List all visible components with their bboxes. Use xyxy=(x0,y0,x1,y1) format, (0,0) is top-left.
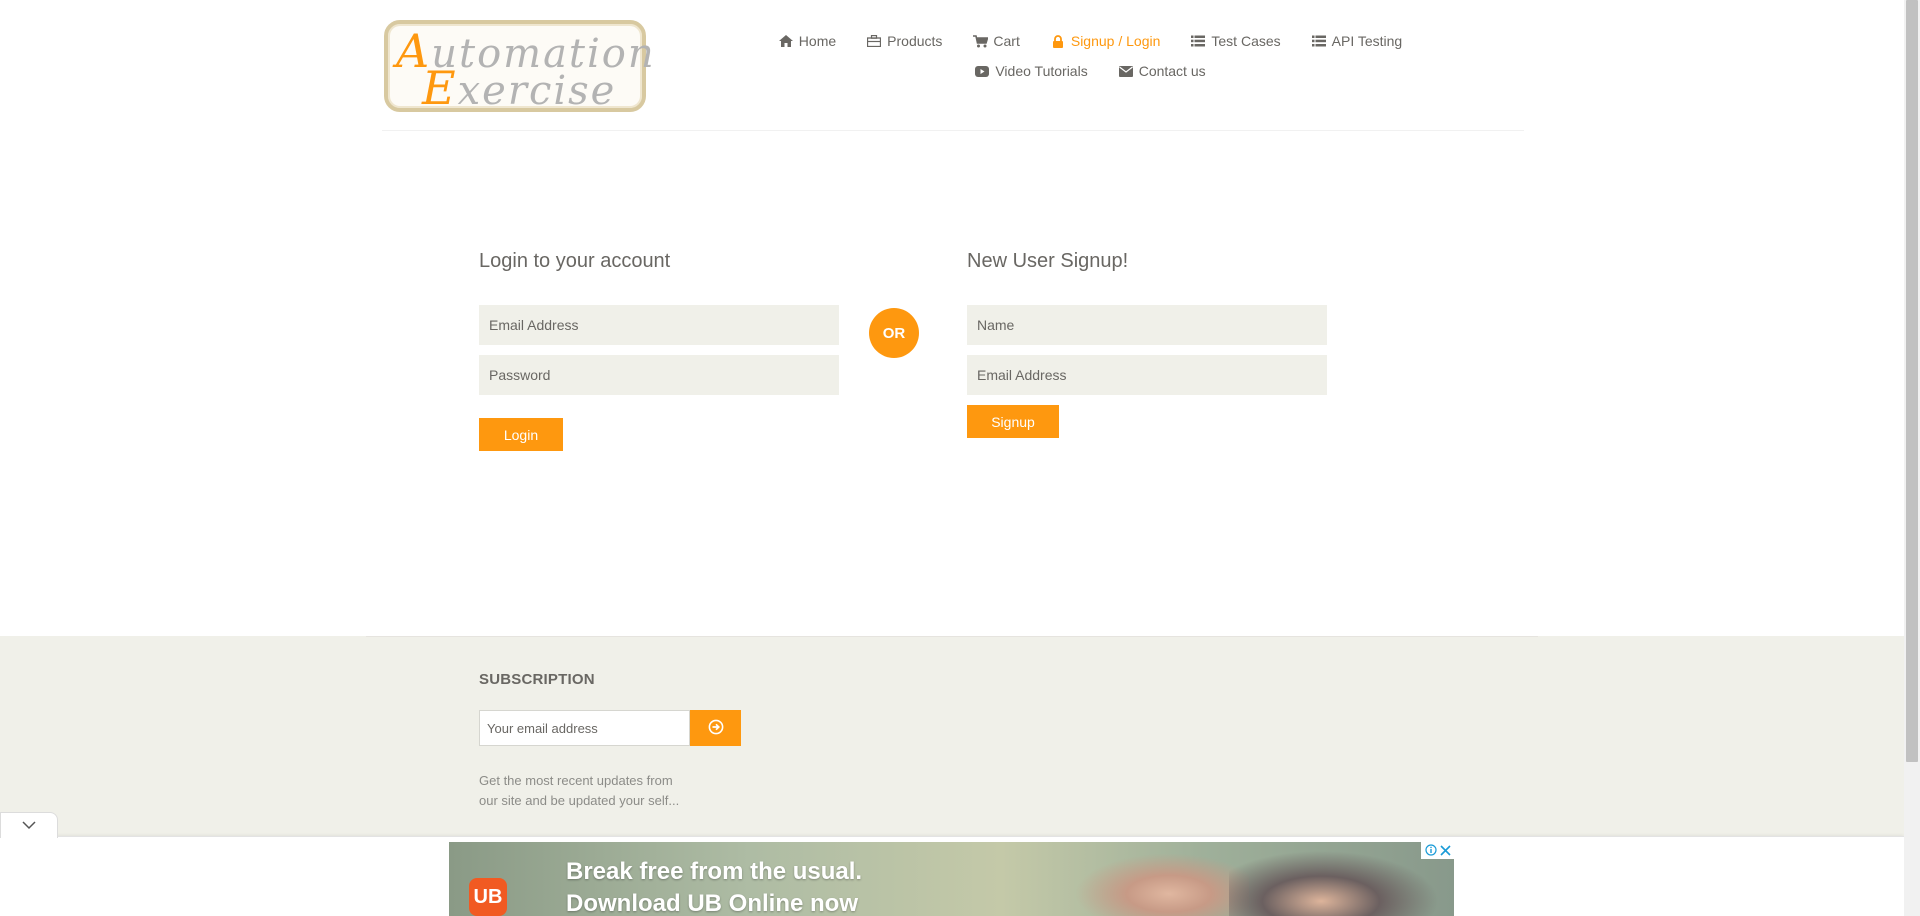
nav-signup-login-label: Signup / Login xyxy=(1070,33,1161,49)
envelope-icon xyxy=(1118,64,1134,78)
subscription-title: SUBSCRIPTION xyxy=(479,671,595,688)
site-header: Automation Exercise Home Products Cart S… xyxy=(0,0,1904,132)
ad-photo-person xyxy=(1049,842,1249,916)
list-icon xyxy=(1190,34,1206,48)
nav-contact-us-label: Contact us xyxy=(1138,63,1206,79)
ad-headline-2: Download UB Online now xyxy=(566,890,858,916)
ad-collapse-button[interactable] xyxy=(0,812,58,838)
nav-cart-label: Cart xyxy=(993,33,1020,49)
nav-api-testing-label: API Testing xyxy=(1331,33,1403,49)
nav-contact-us[interactable]: Contact us xyxy=(1103,63,1221,79)
subscribe-button[interactable] xyxy=(690,710,741,746)
nav-test-cases[interactable]: Test Cases xyxy=(1175,33,1295,49)
login-button[interactable]: Login xyxy=(479,418,563,451)
nav-video-tutorials[interactable]: Video Tutorials xyxy=(959,63,1102,79)
nav-video-tutorials-label: Video Tutorials xyxy=(995,63,1088,79)
nav-row-2: Video Tutorials Contact us xyxy=(760,56,1420,86)
nav-test-cases-label: Test Cases xyxy=(1211,33,1281,49)
ad-info-icon[interactable] xyxy=(1424,844,1437,857)
site-logo[interactable]: Automation Exercise xyxy=(384,20,654,115)
header-divider xyxy=(382,130,1524,131)
page-scrollbar-thumb[interactable] xyxy=(1906,0,1918,762)
login-title: Login to your account xyxy=(479,250,671,272)
briefcase-icon xyxy=(866,34,882,48)
subscription-text-line-1: Get the most recent updates from xyxy=(479,773,673,788)
nav-row-1: Home Products Cart Signup / Login Test C… xyxy=(760,26,1420,56)
login-password-input[interactable] xyxy=(479,355,839,395)
youtube-play-icon xyxy=(974,64,990,78)
ad-headline-1: Break free from the usual. xyxy=(566,858,863,885)
nav-products-label: Products xyxy=(887,33,943,49)
or-badge: OR xyxy=(869,308,919,358)
main-nav: Home Products Cart Signup / Login Test C… xyxy=(760,26,1420,86)
cart-icon xyxy=(972,34,988,48)
nav-products[interactable]: Products xyxy=(851,33,957,49)
login-email-input[interactable] xyxy=(479,305,839,345)
nav-home[interactable]: Home xyxy=(763,33,851,49)
logo-line-2: Exercise xyxy=(422,61,617,115)
subscription-description: Get the most recent updates from our sit… xyxy=(479,771,704,811)
subscription-text-line-2: our site and be updated your self... xyxy=(479,793,680,808)
ad-banner[interactable]: UB Break free from the usual. Download U… xyxy=(449,842,1454,916)
lock-icon xyxy=(1050,34,1066,48)
signup-form: New User Signup! Signup xyxy=(967,250,1327,438)
ad-controls xyxy=(1421,841,1455,859)
signup-email-input[interactable] xyxy=(967,355,1327,395)
signup-name-input[interactable] xyxy=(967,305,1327,345)
home-icon xyxy=(778,34,794,48)
signup-title: New User Signup! xyxy=(967,250,1129,272)
ad-brand-logo: UB xyxy=(469,878,507,916)
chevron-down-icon xyxy=(22,817,36,835)
subscription-email-input[interactable] xyxy=(479,710,690,746)
nav-cart[interactable]: Cart xyxy=(957,33,1034,49)
login-form: Login to your account Login xyxy=(479,250,839,451)
footer-divider xyxy=(366,636,1538,637)
list-icon xyxy=(1311,34,1327,48)
nav-signup-login[interactable]: Signup / Login xyxy=(1035,33,1176,49)
nav-api-testing[interactable]: API Testing xyxy=(1296,33,1418,49)
signup-button[interactable]: Signup xyxy=(967,405,1059,438)
ad-close-icon[interactable] xyxy=(1439,844,1452,857)
nav-home-label: Home xyxy=(798,33,837,49)
arrow-circle-right-icon xyxy=(708,719,724,738)
